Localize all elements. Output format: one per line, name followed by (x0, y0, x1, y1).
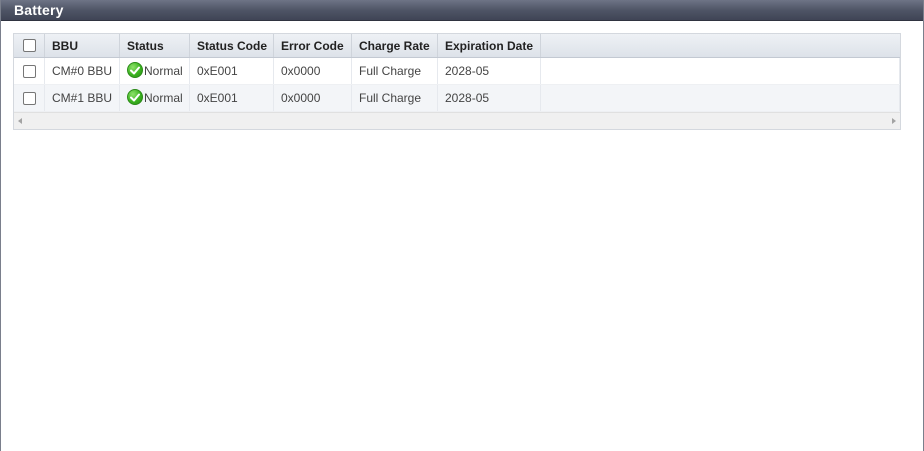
select-all-checkbox[interactable] (22, 39, 36, 52)
scroll-right-icon[interactable] (892, 118, 896, 124)
cell-error-code: 0x0000 (274, 85, 352, 111)
status-text: Normal (144, 64, 183, 78)
cell-expiration-date: 2028-05 (438, 58, 541, 84)
cell-bbu: CM#0 BBU (45, 58, 120, 84)
status-text: Normal (144, 91, 183, 105)
column-header-status[interactable]: Status (120, 34, 190, 57)
cell-status-code: 0xE001 (190, 85, 274, 111)
status-indicator: Normal (127, 89, 183, 105)
status-indicator: Normal (127, 62, 183, 78)
cell-status: Normal (120, 58, 190, 84)
cell-expiration-date: 2028-05 (438, 85, 541, 111)
panel-title: Battery (1, 0, 923, 21)
column-header-filler (541, 34, 900, 57)
cell-filler (541, 85, 900, 111)
check-circle-icon (127, 89, 143, 105)
column-header-bbu[interactable]: BBU (45, 34, 120, 57)
cell-status: Normal (120, 85, 190, 111)
cell-charge-rate: Full Charge (352, 85, 438, 111)
row-select-cell (14, 85, 45, 111)
cell-status-code: 0xE001 (190, 58, 274, 84)
table-row[interactable]: CM#0 BBU Normal 0xE001 0x0000 Full Charg… (14, 58, 900, 85)
row-checkbox[interactable] (22, 64, 36, 78)
table-header: BBU Status Status Code Error Code Charge… (14, 34, 900, 58)
column-header-status-code[interactable]: Status Code (190, 34, 274, 57)
cell-filler (541, 58, 900, 84)
cell-error-code: 0x0000 (274, 58, 352, 84)
scroll-left-icon[interactable] (18, 118, 22, 124)
column-header-error-code[interactable]: Error Code (274, 34, 352, 57)
cell-bbu: CM#1 BBU (45, 85, 120, 111)
table-row[interactable]: CM#1 BBU Normal 0xE001 0x0000 Full Charg… (14, 85, 900, 112)
column-header-expiration-date[interactable]: Expiration Date (438, 34, 541, 57)
column-header-charge-rate[interactable]: Charge Rate (352, 34, 438, 57)
row-checkbox[interactable] (22, 91, 36, 105)
battery-panel: Battery BBU Status Status Code Error Cod… (0, 0, 924, 451)
select-all-cell (14, 34, 45, 57)
battery-table: BBU Status Status Code Error Code Charge… (13, 33, 901, 130)
check-circle-icon (127, 62, 143, 78)
row-select-cell (14, 58, 45, 84)
horizontal-scrollbar[interactable] (14, 112, 900, 129)
cell-charge-rate: Full Charge (352, 58, 438, 84)
